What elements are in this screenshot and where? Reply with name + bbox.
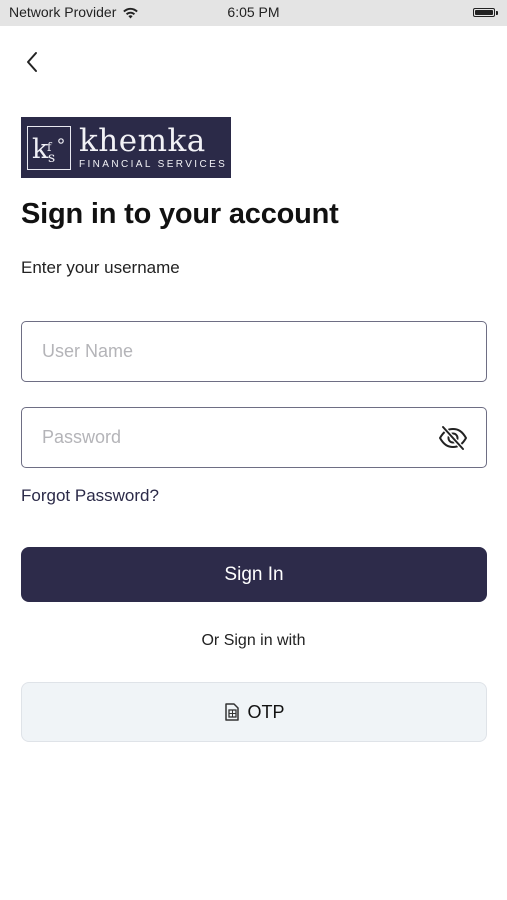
password-input[interactable]	[40, 426, 424, 449]
username-field[interactable]	[21, 321, 487, 382]
status-time: 6:05 PM	[227, 4, 280, 20]
username-input[interactable]	[40, 340, 424, 363]
otp-button[interactable]: OTP	[21, 682, 487, 742]
battery-tip	[496, 11, 498, 15]
sign-in-button[interactable]: Sign In	[21, 547, 487, 602]
alt-signin-label: Or Sign in with	[201, 632, 306, 649]
logo-monogram: k f s	[27, 125, 71, 170]
sign-in-label: Sign In	[224, 563, 284, 585]
battery-icon	[473, 8, 495, 17]
logo-wordmark: khemka FINANCIAL SERVICES	[79, 125, 227, 170]
password-field[interactable]	[21, 407, 487, 468]
sim-card-icon	[225, 703, 240, 721]
chevron-left-icon	[27, 52, 37, 72]
brand-logo: k f s khemka FINANCIAL SERVICES	[21, 117, 231, 178]
monogram-graphic: k f s	[32, 134, 64, 166]
eye-slash-icon	[439, 424, 467, 452]
forgot-password-link[interactable]: Forgot Password?	[21, 486, 159, 506]
brand-subtitle: FINANCIAL SERVICES	[79, 159, 228, 170]
otp-label: OTP	[247, 701, 285, 722]
page-subtitle: Enter your username	[21, 258, 180, 277]
brand-name: khemka	[79, 123, 206, 159]
svg-text:s: s	[48, 150, 55, 166]
back-button[interactable]	[18, 47, 46, 77]
status-bar: Network Provider 6:05 PM	[0, 0, 507, 26]
page-title: Sign in to your account	[21, 198, 339, 230]
password-visibility-toggle[interactable]	[438, 424, 468, 452]
